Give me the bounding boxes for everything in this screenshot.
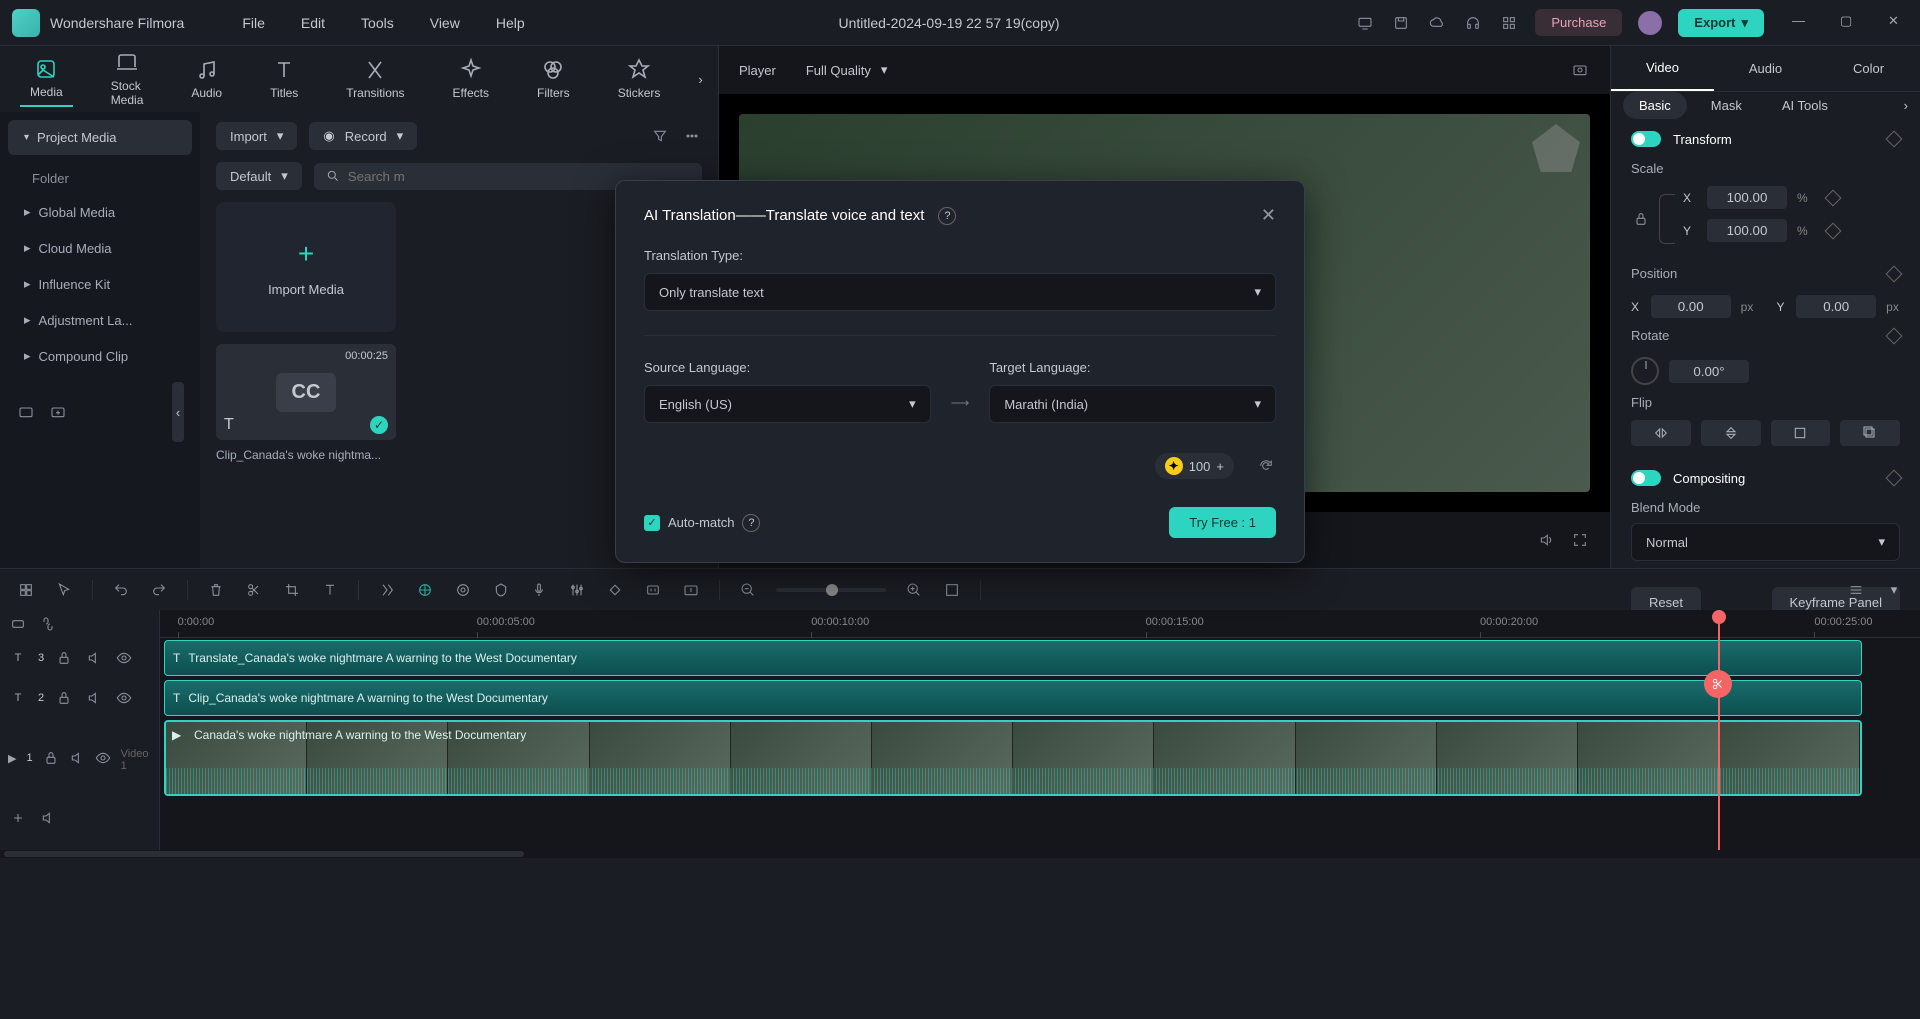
try-free-button[interactable]: Try Free : 1: [1169, 507, 1276, 538]
source-language-dropdown[interactable]: English (US)▾: [644, 385, 931, 423]
ai-translation-modal: AI Translation——Translate voice and text…: [615, 180, 1305, 563]
target-language-dropdown[interactable]: Marathi (India)▾: [989, 385, 1276, 423]
translation-type-label: Translation Type:: [644, 248, 1276, 263]
translation-type-dropdown[interactable]: Only translate text▾: [644, 273, 1276, 311]
source-language-label: Source Language:: [644, 360, 931, 375]
refresh-icon[interactable]: [1256, 456, 1276, 476]
plus-icon[interactable]: +: [1216, 459, 1224, 474]
auto-match-checkbox[interactable]: ✓: [644, 515, 660, 531]
target-language-label: Target Language:: [989, 360, 1276, 375]
credits-icon: ✦: [1165, 457, 1183, 475]
help-icon[interactable]: ?: [938, 207, 956, 225]
modal-title: AI Translation——Translate voice and text: [644, 207, 928, 224]
chevron-down-icon: ▾: [909, 396, 916, 412]
close-modal-button[interactable]: ✕: [1261, 205, 1276, 226]
chevron-down-icon: ▾: [1254, 284, 1261, 300]
arrow-right-icon: ⟶: [951, 395, 970, 423]
chevron-down-icon: ▾: [1254, 396, 1261, 412]
auto-match-label: Auto-match: [668, 515, 734, 530]
credits-value: 100: [1189, 459, 1211, 474]
auto-match-help-icon[interactable]: ?: [742, 514, 760, 532]
credits-indicator[interactable]: ✦ 100 +: [1155, 453, 1234, 479]
